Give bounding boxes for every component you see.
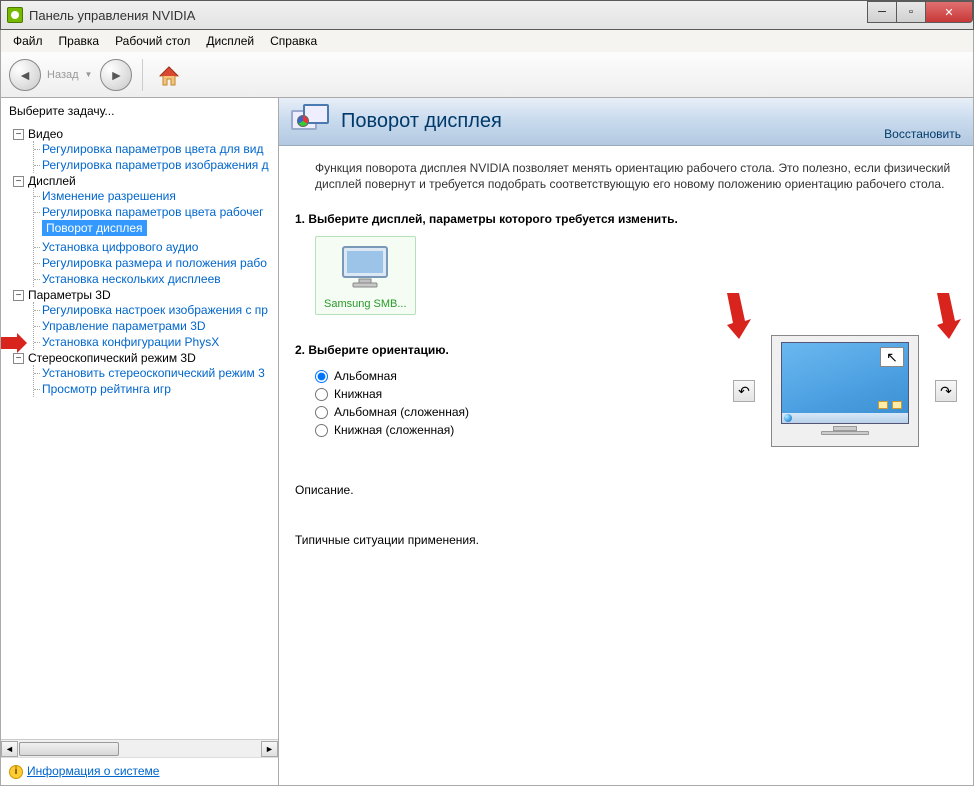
intro-text: Функция поворота дисплея NVIDIA позволяе… [315, 160, 957, 192]
rotate-badge-icon: ↖ [880, 347, 904, 367]
system-info-link[interactable]: Информация о системе [27, 764, 159, 778]
collapse-icon[interactable]: − [13, 353, 24, 364]
content-pane: Поворот дисплея Восстановить Функция пов… [279, 98, 973, 785]
monitor-item[interactable]: Samsung SMB... [315, 236, 416, 315]
back-label: Назад [47, 69, 79, 81]
tree-item[interactable]: Управление параметрами 3D [34, 318, 278, 334]
tree-category-stereo[interactable]: −Стереоскопический режим 3D Установить с… [13, 351, 278, 397]
toolbar-separator [142, 59, 143, 91]
content-header: Поворот дисплея Восстановить [279, 98, 973, 146]
scroll-track[interactable] [18, 741, 261, 757]
nvidia-icon [7, 7, 23, 23]
radio-input[interactable] [315, 388, 328, 401]
content-body: Функция поворота дисплея NVIDIA позволяе… [279, 146, 973, 785]
scroll-left-button[interactable]: ◄ [1, 741, 18, 757]
tree-category-display[interactable]: −Дисплей Изменение разрешения Регулировк… [13, 174, 278, 287]
tree-item-rotate-display[interactable]: Поворот дисплея [42, 220, 147, 236]
radio-input[interactable] [315, 370, 328, 383]
maximize-button[interactable]: ▫ [896, 1, 926, 23]
menubar: Файл Правка Рабочий стол Дисплей Справка [0, 30, 974, 52]
tree-item[interactable]: Регулировка параметров цвета для вид [34, 141, 278, 157]
tree-item[interactable]: Регулировка размера и положения рабо [34, 255, 278, 271]
tree-item[interactable]: Установить стереоскопический режим 3 [34, 365, 278, 381]
menu-help[interactable]: Справка [262, 32, 325, 50]
sidebar: Выберите задачу... −Видео Регулировка па… [1, 98, 279, 785]
tree-item[interactable]: Регулировка параметров цвета рабочег [34, 204, 278, 220]
titlebar: Панель управления NVIDIA ─ ▫ ✕ [0, 0, 974, 30]
minimize-button[interactable]: ─ [867, 1, 897, 23]
info-icon: i [9, 765, 23, 779]
tree-item[interactable]: Просмотр рейтинга игр [34, 381, 278, 397]
page-title: Поворот дисплея [341, 110, 502, 133]
display-selector: Samsung SMB... [315, 236, 957, 315]
system-info-row: i Информация о системе [1, 757, 278, 785]
radio-input[interactable] [315, 424, 328, 437]
window-controls: ─ ▫ ✕ [868, 1, 973, 29]
task-tree: −Видео Регулировка параметров цвета для … [1, 124, 278, 739]
main-area: Выберите задачу... −Видео Регулировка па… [0, 98, 974, 786]
orientation-section: 2. Выберите ориентацию. Альбомная Книжна… [295, 343, 957, 439]
home-icon [156, 62, 182, 88]
toolbar: ◄ Назад ▼ ► [0, 52, 974, 98]
back-dropdown[interactable]: ▼ [85, 70, 93, 79]
tree-item[interactable]: Установка конфигурации PhysX [34, 334, 278, 350]
restore-link[interactable]: Восстановить [884, 127, 961, 141]
tree-category-3d[interactable]: −Параметры 3D Регулировка настроек изобр… [13, 288, 278, 350]
menu-edit[interactable]: Правка [51, 32, 108, 50]
preview-monitor: ↖ [771, 335, 919, 447]
sidebar-title: Выберите задачу... [1, 98, 278, 124]
pointer-arrow-icon [1, 332, 29, 354]
scroll-thumb[interactable] [19, 742, 119, 756]
rotate-display-icon [291, 104, 331, 140]
tree-item[interactable]: Регулировка настроек изображения с пр [34, 302, 278, 318]
scroll-right-button[interactable]: ► [261, 741, 278, 757]
preview-screen: ↖ [781, 342, 909, 424]
menu-desktop[interactable]: Рабочий стол [107, 32, 198, 50]
typical-use-label: Типичные ситуации применения. [295, 533, 957, 547]
step1-label: 1. Выберите дисплей, параметры которого … [295, 212, 957, 226]
rotate-ccw-button[interactable]: ↶ [733, 380, 755, 402]
pointer-arrow-icon [931, 291, 961, 341]
menu-file[interactable]: Файл [5, 32, 51, 50]
tree-item[interactable]: Установка нескольких дисплеев [34, 271, 278, 287]
back-button[interactable]: ◄ [9, 59, 41, 91]
close-button[interactable]: ✕ [925, 1, 973, 23]
collapse-icon[interactable]: − [13, 129, 24, 140]
tree-item[interactable]: Регулировка параметров изображения д [34, 157, 278, 173]
home-button[interactable] [153, 59, 185, 91]
forward-button[interactable]: ► [100, 59, 132, 91]
description-label: Описание. [295, 483, 957, 497]
window-title: Панель управления NVIDIA [29, 8, 868, 23]
collapse-icon[interactable]: − [13, 290, 24, 301]
monitor-icon [337, 243, 393, 291]
monitor-label: Samsung SMB... [324, 298, 407, 310]
pointer-arrow-icon [721, 291, 751, 341]
horizontal-scrollbar[interactable]: ◄ ► [1, 739, 278, 757]
tree-category-video[interactable]: −Видео Регулировка параметров цвета для … [13, 127, 278, 173]
tree-item[interactable]: Изменение разрешения [34, 188, 278, 204]
collapse-icon[interactable]: − [13, 176, 24, 187]
tree-item[interactable]: Установка цифрового аудио [34, 239, 278, 255]
preview-area: ↶ ↖ ↷ [733, 335, 957, 447]
menu-display[interactable]: Дисплей [198, 32, 262, 50]
rotate-cw-button[interactable]: ↷ [935, 380, 957, 402]
radio-input[interactable] [315, 406, 328, 419]
